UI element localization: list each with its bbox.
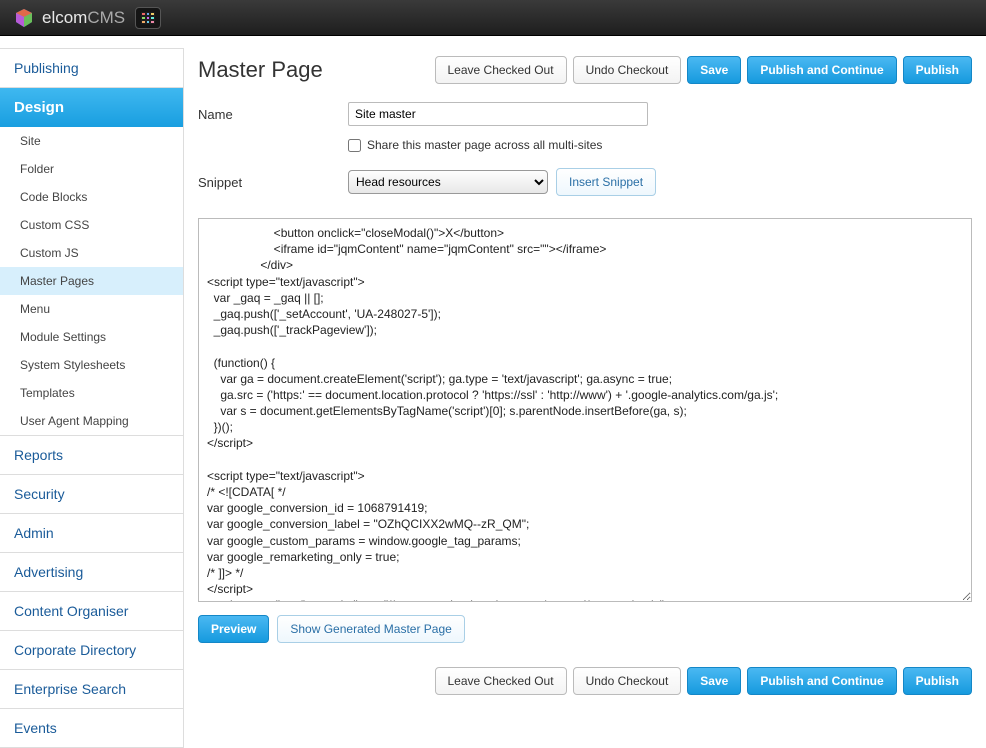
sidebar-section-reports[interactable]: Reports bbox=[0, 436, 183, 474]
sidebar-item-templates[interactable]: Templates bbox=[0, 379, 183, 407]
snippet-select[interactable]: Head resources bbox=[348, 170, 548, 194]
share-checkbox[interactable] bbox=[348, 139, 361, 152]
sidebar-item-folder[interactable]: Folder bbox=[0, 155, 183, 183]
sidebar-item-custom-js[interactable]: Custom JS bbox=[0, 239, 183, 267]
publish-button-bottom[interactable]: Publish bbox=[903, 667, 972, 695]
sidebar-section-security[interactable]: Security bbox=[0, 475, 183, 513]
preview-button[interactable]: Preview bbox=[198, 615, 269, 643]
sidebar-item-system-stylesheets[interactable]: System Stylesheets bbox=[0, 351, 183, 379]
insert-snippet-button[interactable]: Insert Snippet bbox=[556, 168, 656, 196]
sidebar-section-enterprise-search[interactable]: Enterprise Search bbox=[0, 670, 183, 708]
snippet-label: Snippet bbox=[198, 175, 348, 190]
share-label: Share this master page across all multi-… bbox=[367, 138, 602, 152]
leave-checked-out-button-bottom[interactable]: Leave Checked Out bbox=[435, 667, 567, 695]
name-input[interactable] bbox=[348, 102, 648, 126]
sidebar-section-events[interactable]: Events bbox=[0, 709, 183, 747]
code-textarea[interactable] bbox=[198, 218, 972, 602]
sidebar-item-code-blocks[interactable]: Code Blocks bbox=[0, 183, 183, 211]
toolbar-top: Leave Checked Out Undo Checkout Save Pub… bbox=[435, 56, 973, 84]
sidebar-section-design[interactable]: Design bbox=[0, 88, 183, 127]
content-area: Master Page Leave Checked Out Undo Check… bbox=[184, 48, 986, 748]
sidebar-item-module-settings[interactable]: Module Settings bbox=[0, 323, 183, 351]
page-title: Master Page bbox=[198, 57, 323, 83]
sidebar-item-master-pages[interactable]: Master Pages bbox=[0, 267, 183, 295]
sidebar-section-corporate-directory[interactable]: Corporate Directory bbox=[0, 631, 183, 669]
app-grid-icon[interactable] bbox=[135, 7, 161, 29]
save-button-bottom[interactable]: Save bbox=[687, 667, 741, 695]
undo-checkout-button-bottom[interactable]: Undo Checkout bbox=[573, 667, 682, 695]
logo-cube-icon bbox=[14, 8, 34, 28]
sidebar-section-publishing[interactable]: Publishing bbox=[0, 49, 183, 87]
sidebar-item-site[interactable]: Site bbox=[0, 127, 183, 155]
show-generated-button[interactable]: Show Generated Master Page bbox=[277, 615, 464, 643]
leave-checked-out-button[interactable]: Leave Checked Out bbox=[435, 56, 567, 84]
sidebar: PublishingDesignSiteFolderCode BlocksCus… bbox=[0, 48, 184, 748]
sidebar-section-advertising[interactable]: Advertising bbox=[0, 553, 183, 591]
sidebar-section-admin[interactable]: Admin bbox=[0, 514, 183, 552]
topbar: elcomCMS bbox=[0, 0, 986, 36]
publish-button[interactable]: Publish bbox=[903, 56, 972, 84]
publish-continue-button[interactable]: Publish and Continue bbox=[747, 56, 896, 84]
name-label: Name bbox=[198, 107, 348, 122]
sidebar-item-custom-css[interactable]: Custom CSS bbox=[0, 211, 183, 239]
sidebar-item-user-agent-mapping[interactable]: User Agent Mapping bbox=[0, 407, 183, 435]
save-button[interactable]: Save bbox=[687, 56, 741, 84]
publish-continue-button-bottom[interactable]: Publish and Continue bbox=[747, 667, 896, 695]
undo-checkout-button[interactable]: Undo Checkout bbox=[573, 56, 682, 84]
brand-text: elcomCMS bbox=[42, 8, 125, 28]
sidebar-section-content-organiser[interactable]: Content Organiser bbox=[0, 592, 183, 630]
toolbar-bottom: Leave Checked Out Undo Checkout Save Pub… bbox=[198, 667, 972, 695]
sidebar-item-menu[interactable]: Menu bbox=[0, 295, 183, 323]
